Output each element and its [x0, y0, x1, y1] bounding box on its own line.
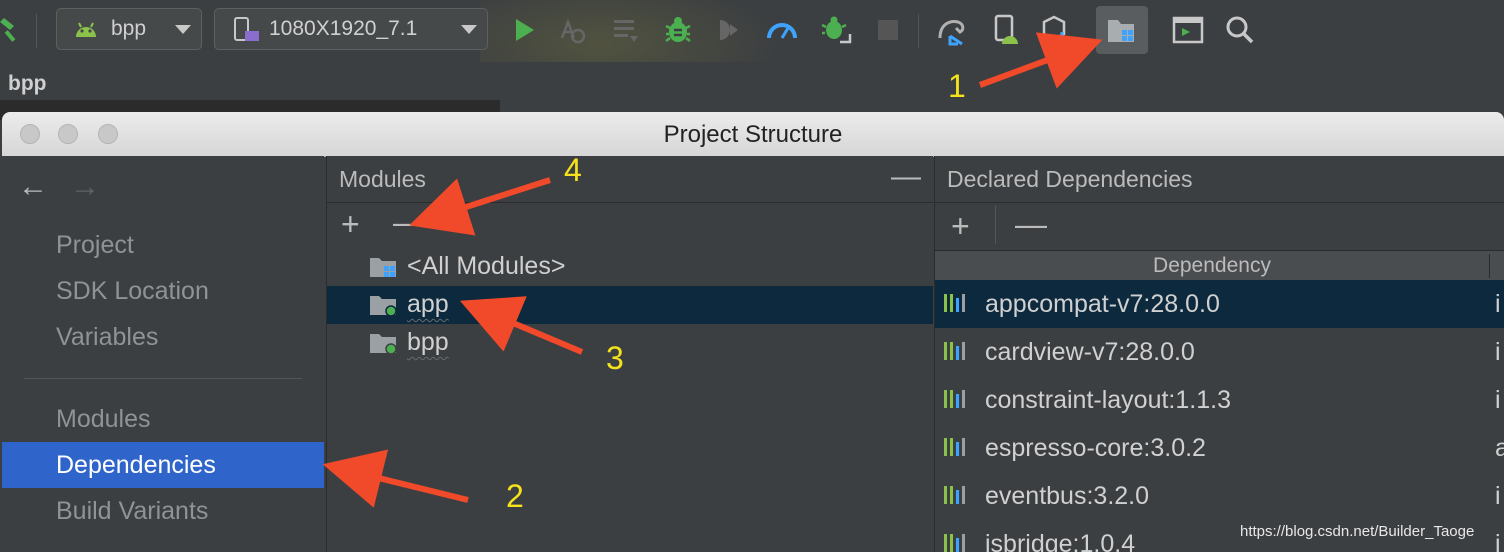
- remove-module-button[interactable]: —: [393, 206, 425, 238]
- table-row[interactable]: espresso-core:3.0.2 a: [935, 424, 1504, 472]
- module-folder-icon: [370, 296, 397, 316]
- project-structure-icon: [1108, 20, 1134, 42]
- dependency-name: appcompat-v7:28.0.0: [985, 290, 1220, 318]
- dependency-scope: a: [1495, 434, 1504, 462]
- left-navigation: ← → Project SDK Location Variables Module…: [2, 156, 324, 552]
- profiler-icon[interactable]: [766, 14, 798, 46]
- project-structure-dialog: Project Structure ← → Project SDK Locatio…: [2, 112, 1504, 552]
- debug-attach-process-icon[interactable]: [820, 14, 852, 46]
- dependency-scope: i: [1495, 530, 1501, 552]
- toolbar-separator: [995, 206, 996, 244]
- dependencies-table-header: Dependency: [935, 250, 1504, 282]
- tree-item-label: bpp: [407, 328, 449, 356]
- apply-code-changes-icon[interactable]: [610, 14, 642, 46]
- module-selector[interactable]: bpp: [56, 8, 202, 50]
- modules-header: Modules —: [327, 156, 933, 203]
- dependency-scope: i: [1495, 290, 1501, 318]
- breadcrumb-project[interactable]: bpp: [8, 72, 46, 96]
- tree-item-bpp[interactable]: bpp: [327, 324, 933, 362]
- library-icon: [944, 390, 965, 408]
- nav-item-dependencies[interactable]: Dependencies: [2, 442, 324, 488]
- annotation-number-3: 3: [606, 340, 624, 376]
- library-icon: [944, 438, 965, 456]
- dependency-name: espresso-core:3.0.2: [985, 434, 1206, 462]
- tree-item-label: <All Modules>: [407, 252, 566, 280]
- dependency-scope: i: [1495, 386, 1501, 414]
- attach-debugger-icon[interactable]: [714, 14, 746, 46]
- avd-manager-icon[interactable]: [990, 14, 1022, 46]
- nav-item-sdk-location[interactable]: SDK Location: [2, 268, 324, 314]
- chevron-down-icon: [175, 25, 191, 34]
- library-icon: [944, 486, 965, 504]
- sdk-manager-icon[interactable]: [1040, 14, 1072, 46]
- module-selector-label: bpp: [111, 17, 147, 40]
- column-header-dependency[interactable]: Dependency: [935, 254, 1490, 278]
- device-selector[interactable]: 1080X1920_7.1: [214, 8, 488, 50]
- apply-changes-icon[interactable]: [556, 14, 588, 46]
- module-folder-icon: [370, 334, 397, 354]
- dependency-scope: i: [1495, 338, 1501, 366]
- toolbar-separator: [36, 14, 37, 48]
- remove-dependency-button[interactable]: —: [1015, 208, 1047, 240]
- table-row[interactable]: constraint-layout:1.1.3 i: [935, 376, 1504, 424]
- library-icon: [944, 342, 965, 360]
- device-icon: [234, 17, 259, 41]
- hammer-icon[interactable]: [0, 16, 20, 44]
- all-modules-icon: [370, 258, 396, 277]
- collapse-panel-button[interactable]: —: [891, 160, 921, 194]
- nav-item-project[interactable]: Project: [2, 222, 324, 268]
- project-structure-button[interactable]: [1096, 6, 1148, 54]
- annotation-number-2: 2: [506, 478, 524, 514]
- android-icon: [76, 22, 96, 37]
- nav-item-variables[interactable]: Variables: [2, 314, 324, 360]
- dialog-titlebar: Project Structure: [2, 112, 1504, 157]
- dependency-name: jsbridge:1.0.4: [985, 530, 1136, 552]
- add-dependency-button[interactable]: +: [951, 210, 970, 242]
- annotation-number-4: 4: [564, 152, 582, 188]
- tree-item-label: app: [407, 290, 449, 318]
- chevron-down-icon: [461, 25, 477, 34]
- back-arrow-icon[interactable]: ←: [18, 170, 48, 203]
- modules-title: Modules: [339, 166, 426, 192]
- dependency-name: cardview-v7:28.0.0: [985, 338, 1195, 366]
- table-row[interactable]: appcompat-v7:28.0.0 i: [935, 280, 1504, 328]
- search-icon[interactable]: [1224, 14, 1256, 46]
- add-module-button[interactable]: +: [341, 208, 360, 240]
- dependency-name: eventbus:3.2.0: [985, 482, 1150, 510]
- dependencies-header: Declared Dependencies: [935, 156, 1504, 203]
- tree-item-app[interactable]: app: [327, 286, 933, 324]
- sync-gradle-icon[interactable]: [936, 14, 968, 46]
- annotation-number-1: 1: [948, 68, 966, 104]
- ide-toolbar: bpp 1080X1920_7.1: [0, 0, 1504, 110]
- dependency-scope: i: [1495, 482, 1501, 510]
- library-icon: [944, 294, 965, 312]
- modules-panel: Modules — + — <All Modules> app bpp: [326, 156, 933, 552]
- library-icon: [944, 534, 965, 552]
- layout-inspector-icon[interactable]: [1172, 14, 1204, 46]
- run-icon[interactable]: [508, 14, 540, 46]
- table-row[interactable]: cardview-v7:28.0.0 i: [935, 328, 1504, 376]
- toolbar-separator: [918, 14, 919, 48]
- nav-item-build-variants[interactable]: Build Variants: [2, 488, 324, 534]
- dialog-title: Project Structure: [663, 121, 843, 148]
- debug-icon[interactable]: [662, 14, 694, 46]
- nav-divider: [24, 378, 302, 379]
- declared-dependencies-panel: Declared Dependencies + — Dependency app…: [934, 156, 1504, 552]
- device-selector-label: 1080X1920_7.1: [269, 17, 418, 40]
- table-row[interactable]: eventbus:3.2.0 i: [935, 472, 1504, 520]
- stop-icon[interactable]: [872, 14, 904, 46]
- dependencies-title: Declared Dependencies: [947, 166, 1193, 192]
- dependency-name: constraint-layout:1.1.3: [985, 386, 1231, 414]
- nav-arrows: ← →: [18, 170, 122, 204]
- forward-arrow-icon[interactable]: →: [70, 170, 100, 203]
- watermark: https://blog.csdn.net/Builder_Taoge: [1240, 523, 1475, 540]
- tree-item-all-modules[interactable]: <All Modules>: [327, 248, 933, 286]
- nav-item-modules[interactable]: Modules: [2, 396, 324, 442]
